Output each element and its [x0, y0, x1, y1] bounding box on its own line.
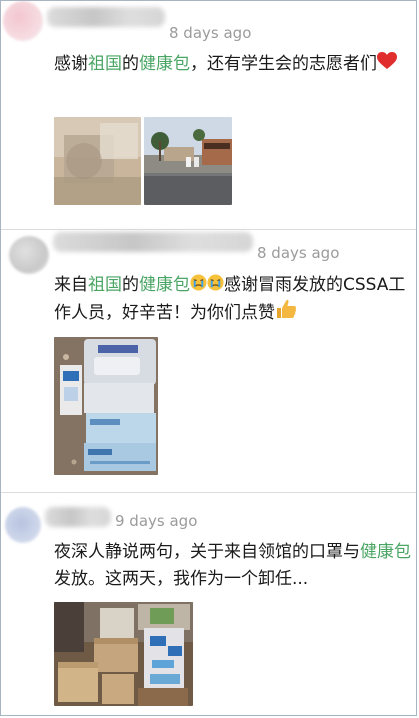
- post-header: 9 days ago: [1, 493, 416, 543]
- avatar[interactable]: [5, 507, 41, 543]
- masks-wipes-photo[interactable]: [54, 337, 158, 475]
- hashtag-link[interactable]: 祖国: [88, 275, 122, 295]
- hashtag-link[interactable]: 健康包: [139, 54, 190, 74]
- avatar[interactable]: [3, 1, 43, 41]
- post-text: 来自祖国的健康包 感谢冒雨发放的CSSA工作人员，好辛苦！为你们点赞: [54, 272, 416, 327]
- thumbs-up-emoji: [275, 299, 297, 327]
- heart-emoji: [377, 51, 397, 78]
- post-header: 8 days ago: [1, 230, 416, 274]
- post-text: 夜深人静说两句，关于来自领馆的口罩与健康包发放。这两天，我作为一个卸任...: [54, 542, 411, 589]
- blurred-health-pack-photo[interactable]: [54, 117, 141, 205]
- post-timestamp: 9 days ago: [115, 512, 198, 530]
- blurred-username[interactable]: [53, 232, 253, 252]
- post-timestamp: 8 days ago: [257, 244, 340, 262]
- hashtag-link[interactable]: 健康包: [360, 542, 411, 562]
- post-3: 9 days ago 夜深人静说两句，关于来自领馆的口罩与健康包发放。这两天，我…: [1, 493, 416, 715]
- avatar[interactable]: [9, 236, 49, 274]
- crying-face-emoji: [207, 272, 224, 299]
- boxes-room-photo[interactable]: [54, 602, 193, 706]
- hashtag-link[interactable]: 祖国: [88, 54, 122, 74]
- post-header: 8 days ago: [1, 1, 416, 42]
- post-2: 8 days ago 来自祖国的健康包 感谢冒雨发放的CSSA工作人员，好辛苦！为…: [1, 230, 416, 492]
- post-1: 8 days ago 感谢祖国的健康包，还有学生会的志愿者们: [1, 1, 416, 229]
- street-photo[interactable]: [144, 117, 232, 205]
- post-timestamp: 8 days ago: [169, 24, 252, 42]
- post-text: 感谢祖国的健康包，还有学生会的志愿者们: [54, 51, 414, 78]
- blurred-username[interactable]: [47, 7, 165, 27]
- blurred-username[interactable]: [45, 507, 111, 527]
- crying-face-emoji: [190, 272, 207, 299]
- feed-frame: 8 days ago 感谢祖国的健康包，还有学生会的志愿者们 8 days ag…: [0, 0, 417, 716]
- hashtag-link[interactable]: 健康包: [139, 275, 190, 295]
